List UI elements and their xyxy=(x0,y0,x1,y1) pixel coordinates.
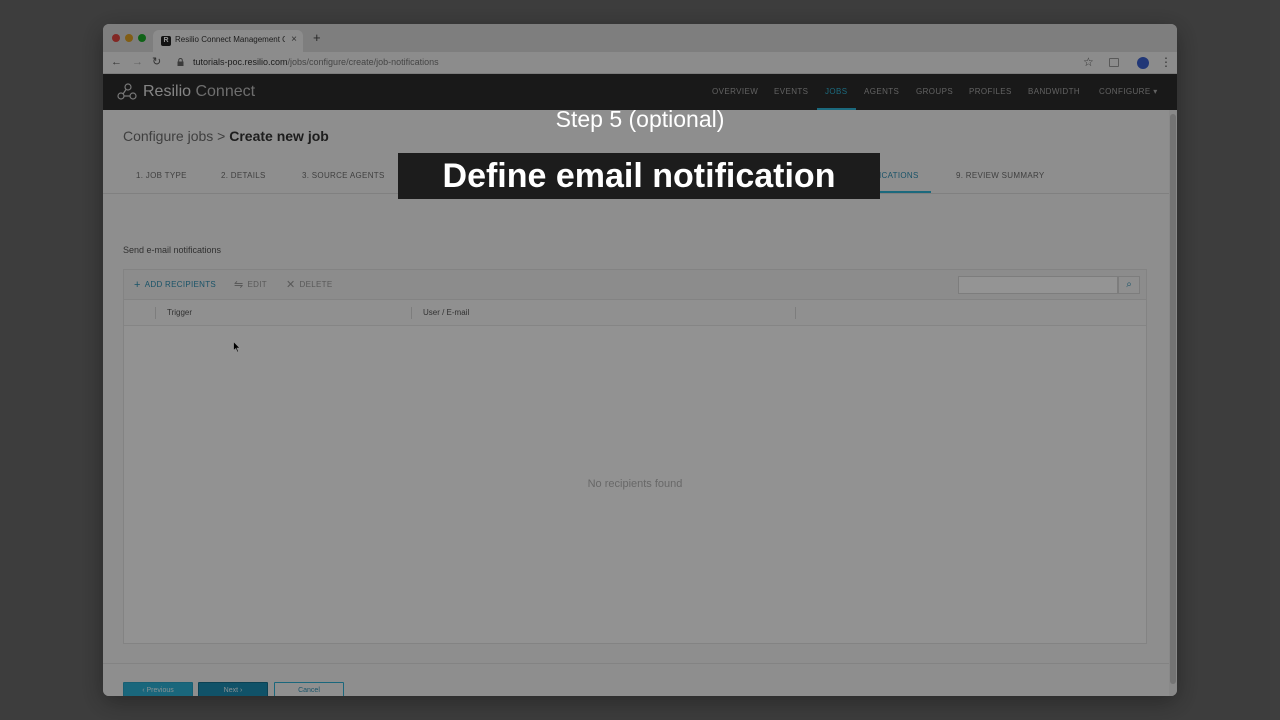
forward-arrow-icon[interactable]: → xyxy=(132,55,143,69)
edit-label: EDIT xyxy=(247,280,267,289)
nav-configure[interactable]: CONFIGURE ▾ xyxy=(1099,74,1158,110)
recipients-toolbar: + ADD RECIPIENTS ⇋ EDIT ✕ DELETE ⌕ xyxy=(124,270,1146,300)
lock-icon xyxy=(177,58,184,66)
back-arrow-icon[interactable]: ← xyxy=(111,55,122,69)
nav-events[interactable]: EVENTS xyxy=(774,74,808,110)
column-header-user-email[interactable]: User / E-mail xyxy=(423,308,469,317)
tab-close-icon[interactable]: × xyxy=(291,34,297,46)
footer-divider xyxy=(103,663,1169,664)
mouse-cursor-icon xyxy=(233,341,241,353)
logo-bold-text: Resilio xyxy=(143,83,192,100)
new-tab-button[interactable]: + xyxy=(313,31,321,45)
nav-groups[interactable]: GROUPS xyxy=(916,74,953,110)
step-details[interactable]: 2. DETAILS xyxy=(221,170,266,182)
browser-menu-icon[interactable]: ⋮ xyxy=(1160,55,1172,69)
app-logo-text[interactable]: Resilio Connect xyxy=(143,83,255,101)
maximize-window-button[interactable] xyxy=(138,34,146,42)
table-header: Trigger User / E-mail xyxy=(124,300,1146,326)
url-field[interactable]: tutorials-poc.resilio.com/jobs/configure… xyxy=(193,57,439,67)
previous-button[interactable]: ‹ Previous xyxy=(123,682,193,696)
column-header-trigger[interactable]: Trigger xyxy=(167,308,192,317)
search-icon[interactable]: ⌕ xyxy=(1118,276,1140,294)
close-window-button[interactable] xyxy=(112,34,120,42)
nav-agents[interactable]: AGENTS xyxy=(864,74,899,110)
nav-profiles[interactable]: PROFILES xyxy=(969,74,1012,110)
nav-jobs[interactable]: JOBS xyxy=(817,74,855,110)
url-host: tutorials-poc.resilio.com xyxy=(193,57,288,67)
column-divider xyxy=(411,307,412,319)
add-recipients-label: ADD RECIPIENTS xyxy=(144,280,217,289)
resilio-favicon-icon: R xyxy=(161,36,171,46)
scrollbar-thumb[interactable] xyxy=(1170,114,1176,684)
page-title: Create new job xyxy=(229,128,329,144)
cancel-button[interactable]: Cancel xyxy=(274,682,344,696)
logo-light-text: Connect xyxy=(191,83,256,100)
breadcrumb-parent[interactable]: Configure jobs xyxy=(123,128,213,144)
breadcrumb: Configure jobs > Create new job xyxy=(123,128,329,144)
search-input[interactable] xyxy=(958,276,1118,294)
breadcrumb-separator: > xyxy=(213,128,230,144)
close-icon: ✕ xyxy=(286,279,296,291)
bookmark-star-icon[interactable]: ☆ xyxy=(1083,55,1094,69)
step-notifications[interactable]: ICATIONS xyxy=(867,170,931,193)
reload-icon[interactable]: ↻ xyxy=(152,55,161,69)
edit-button[interactable]: ⇋ EDIT xyxy=(234,279,267,291)
add-recipients-button[interactable]: + ADD RECIPIENTS xyxy=(134,279,216,291)
resilio-logo-icon xyxy=(117,83,137,100)
recipients-panel: + ADD RECIPIENTS ⇋ EDIT ✕ DELETE ⌕ Trigger … xyxy=(123,269,1147,644)
extension-icon[interactable] xyxy=(1109,58,1119,67)
next-button[interactable]: Next › xyxy=(198,682,268,696)
step-source-agents[interactable]: 3. SOURCE AGENTS xyxy=(302,170,385,182)
step-review-summary[interactable]: 9. REVIEW SUMMARY xyxy=(956,170,1045,182)
section-title: Send e-mail notifications xyxy=(123,245,222,255)
column-divider xyxy=(795,307,796,319)
app-header: Resilio Connect OVERVIEW EVENTS JOBS AGE… xyxy=(103,74,1177,110)
browser-tab-bar: R Resilio Connect Management C... × + xyxy=(103,24,1177,52)
browser-tab[interactable]: R Resilio Connect Management C... × xyxy=(153,30,303,52)
url-path: /jobs/configure/create/job-notifications xyxy=(287,57,439,67)
main-caption: Define email notification xyxy=(398,153,880,199)
empty-state-message: No recipients found xyxy=(587,478,683,490)
address-bar: ← → ↻ tutorials-poc.resilio.com/jobs/con… xyxy=(103,52,1177,74)
step-caption: Step 5 (optional) xyxy=(555,106,725,132)
step-job-type[interactable]: 1. JOB TYPE xyxy=(136,170,187,182)
minimize-window-button[interactable] xyxy=(125,34,133,42)
delete-button[interactable]: ✕ DELETE xyxy=(286,279,332,291)
plus-icon: + xyxy=(134,279,141,291)
column-divider xyxy=(155,307,156,319)
tab-title: Resilio Connect Management C... xyxy=(175,35,285,44)
edit-icon: ⇋ xyxy=(234,279,244,291)
page-scrollbar[interactable] xyxy=(1169,110,1177,696)
profile-avatar[interactable] xyxy=(1137,57,1149,69)
nav-bandwidth[interactable]: BANDWIDTH xyxy=(1028,74,1080,110)
delete-label: DELETE xyxy=(299,280,333,289)
nav-overview[interactable]: OVERVIEW xyxy=(712,74,758,110)
